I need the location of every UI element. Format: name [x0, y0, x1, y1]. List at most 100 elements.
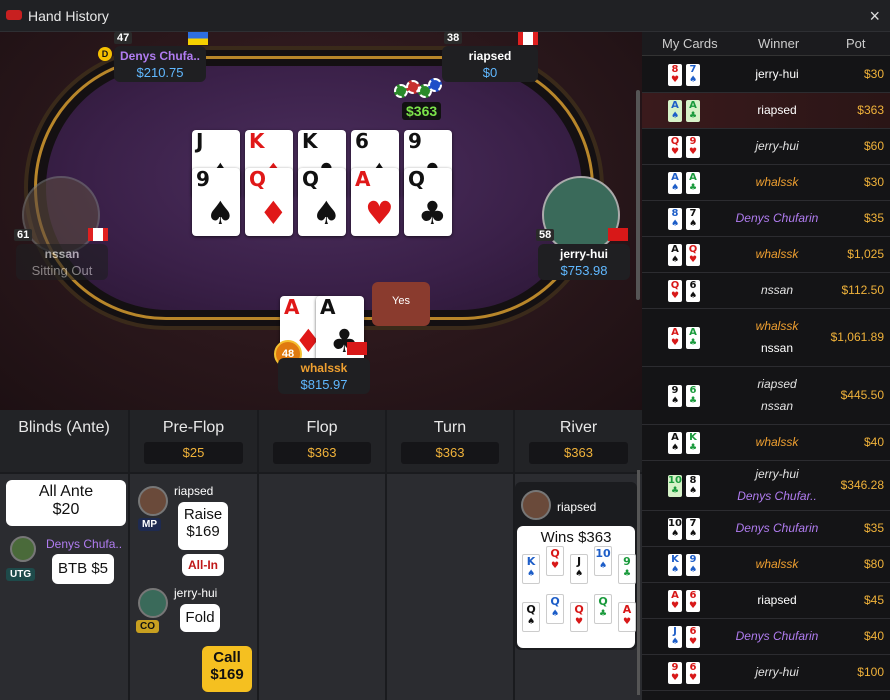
- card-rank: 9: [689, 554, 697, 565]
- card-suit: ♥: [688, 637, 698, 647]
- history-row[interactable]: J ♠ 6 ♥ Denys Chufarin $40: [642, 619, 890, 655]
- card-suit: ♣: [622, 569, 632, 579]
- player-avatar: [521, 490, 551, 520]
- player-avatar[interactable]: [22, 176, 100, 254]
- player-plate-riapsed[interactable]: riapsed $0: [442, 46, 538, 82]
- close-icon[interactable]: ×: [869, 6, 880, 27]
- history-row[interactable]: 10 ♠ 7 ♠ Denys Chufarin $35: [642, 511, 890, 547]
- history-row[interactable]: 8 ♠ 7 ♠ Denys Chufarin $35: [642, 201, 890, 237]
- player-avatar: [138, 486, 168, 516]
- hole-card: Q ♥: [686, 244, 700, 266]
- hole-card: 7 ♠: [686, 208, 700, 230]
- hole-card: A ♣: [686, 172, 700, 194]
- col-header-cards: My Cards: [662, 36, 718, 51]
- card-rank: A: [689, 172, 697, 183]
- card-suit: ♠: [550, 609, 560, 619]
- china-flag-icon: [608, 228, 628, 241]
- card-suit: ♠: [670, 565, 680, 575]
- position-badge: CO: [136, 620, 159, 633]
- pot-amount: $346.28: [840, 478, 884, 492]
- history-row[interactable]: A ♠ Q ♥ whalssk $1,025: [642, 237, 890, 273]
- hole-card: 6 ♣: [686, 385, 700, 407]
- pot-amount: $35: [863, 521, 884, 535]
- history-row[interactable]: A ♠ A ♣ whalssk $30: [642, 165, 890, 201]
- history-row[interactable]: 10 ♣ 8 ♠ jerry-hui Denys Chufar.. $346.28: [642, 461, 890, 511]
- player-name: Denys Chufa..: [119, 49, 200, 63]
- hole-card: A ♠: [668, 244, 682, 266]
- card-rank: 8: [671, 208, 679, 219]
- player-plate-denys[interactable]: Denys Chufa.. $210.75: [114, 46, 206, 82]
- winner-name: riapsed: [757, 377, 797, 391]
- player-stack: $0: [482, 65, 498, 80]
- player-plate-whalssk[interactable]: whalssk $815.97: [278, 358, 370, 394]
- card-rank: A: [671, 590, 679, 601]
- history-row[interactable]: A ♥ A ♣ whalssk nssan $1,061.89: [642, 309, 890, 367]
- player-level: 61: [14, 229, 33, 241]
- hole-card: J ♠: [668, 626, 682, 648]
- card-suit: ♣: [670, 486, 680, 496]
- table-scrollbar[interactable]: [636, 90, 640, 300]
- player-avatar[interactable]: [542, 176, 620, 254]
- hole-card: 7 ♠: [686, 518, 700, 540]
- history-row[interactable]: 9 ♥ 6 ♥ jerry-hui $100: [642, 655, 890, 691]
- pot-amount: $30: [863, 175, 884, 189]
- card-suit: ♥: [670, 338, 680, 348]
- hole-card: 6 ♥: [686, 626, 700, 648]
- card-suit: ♣: [688, 338, 698, 348]
- card-suit: ♣: [688, 183, 698, 193]
- card-rank: 10: [668, 475, 682, 486]
- history-row[interactable]: Q ♥ 9 ♥ jerry-hui $60: [642, 129, 890, 165]
- winner-name: Denys Chufarin: [735, 521, 819, 535]
- card-rank: Q: [598, 595, 608, 608]
- pot-chips-icon: [394, 76, 444, 104]
- position-badge: UTG: [6, 568, 36, 581]
- action-box: Raise $169: [178, 502, 228, 550]
- card-rank: A: [671, 172, 679, 183]
- player-stack: $210.75: [136, 65, 184, 80]
- pot-amount: $35: [863, 211, 884, 225]
- card-suit: ♥: [670, 291, 680, 301]
- col-header-winner: Winner: [758, 36, 800, 51]
- actions-scrollbar[interactable]: [637, 470, 640, 695]
- action-box: BTB $5: [52, 554, 114, 584]
- card-rank: A: [622, 603, 632, 616]
- card-suit: ♥: [670, 601, 680, 611]
- hole-card: K ♣: [686, 432, 700, 454]
- card-rank: 8: [671, 64, 679, 75]
- card-suit: ♠: [670, 255, 680, 265]
- card-suit: ♥: [550, 561, 560, 571]
- history-row[interactable]: A ♠ K ♣ whalssk $40: [642, 425, 890, 461]
- history-row[interactable]: Q ♥ 6 ♠ nssan $112.50: [642, 273, 890, 309]
- card-suit: ♠: [526, 617, 536, 627]
- history-row[interactable]: K ♠ 9 ♠ whalssk $80: [642, 547, 890, 583]
- card-rank: 6: [689, 280, 697, 291]
- history-row[interactable]: A ♠ A ♣ riapsed $363: [642, 93, 890, 129]
- card-rank: Q: [526, 603, 536, 616]
- hole-card: 8 ♠: [668, 208, 682, 230]
- pot-amount: $363: [402, 102, 442, 120]
- hole-card: 10 ♣: [668, 475, 682, 497]
- street-pot: $363: [529, 442, 628, 464]
- player-plate-jerry[interactable]: jerry-hui $753.98: [538, 244, 630, 280]
- card-suit: ♣: [598, 609, 608, 619]
- history-row[interactable]: 9 ♠ 6 ♣ riapsed nssan $445.50: [642, 367, 890, 425]
- history-row[interactable]: A ♥ 6 ♥ riapsed $45: [642, 583, 890, 619]
- pot-amount: $40: [863, 629, 884, 643]
- card-rank: 6: [689, 626, 697, 637]
- hole-card: A ♣: [686, 327, 700, 349]
- card-suit: ♠: [688, 565, 698, 575]
- winner-name: jerry-hui: [755, 467, 799, 481]
- action-box: Fold: [180, 604, 220, 632]
- card-rank: Q: [688, 244, 698, 255]
- player-avatar: [138, 588, 168, 618]
- action-player-name: jerry-hui: [174, 586, 218, 600]
- player-plate-nssan[interactable]: nssan Sitting Out: [16, 244, 108, 280]
- history-row[interactable]: 8 ♥ 7 ♠ jerry-hui $30: [642, 57, 890, 93]
- winner-result: Wins $363: [540, 529, 612, 546]
- action-player-name: Denys Chufa..: [46, 537, 123, 551]
- canada-flag-icon: [518, 32, 538, 45]
- card-rank: 7: [689, 208, 697, 219]
- card-suit: ♠: [670, 443, 680, 453]
- winner-name: riapsed: [757, 103, 797, 117]
- hole-card: 9 ♥: [668, 662, 682, 684]
